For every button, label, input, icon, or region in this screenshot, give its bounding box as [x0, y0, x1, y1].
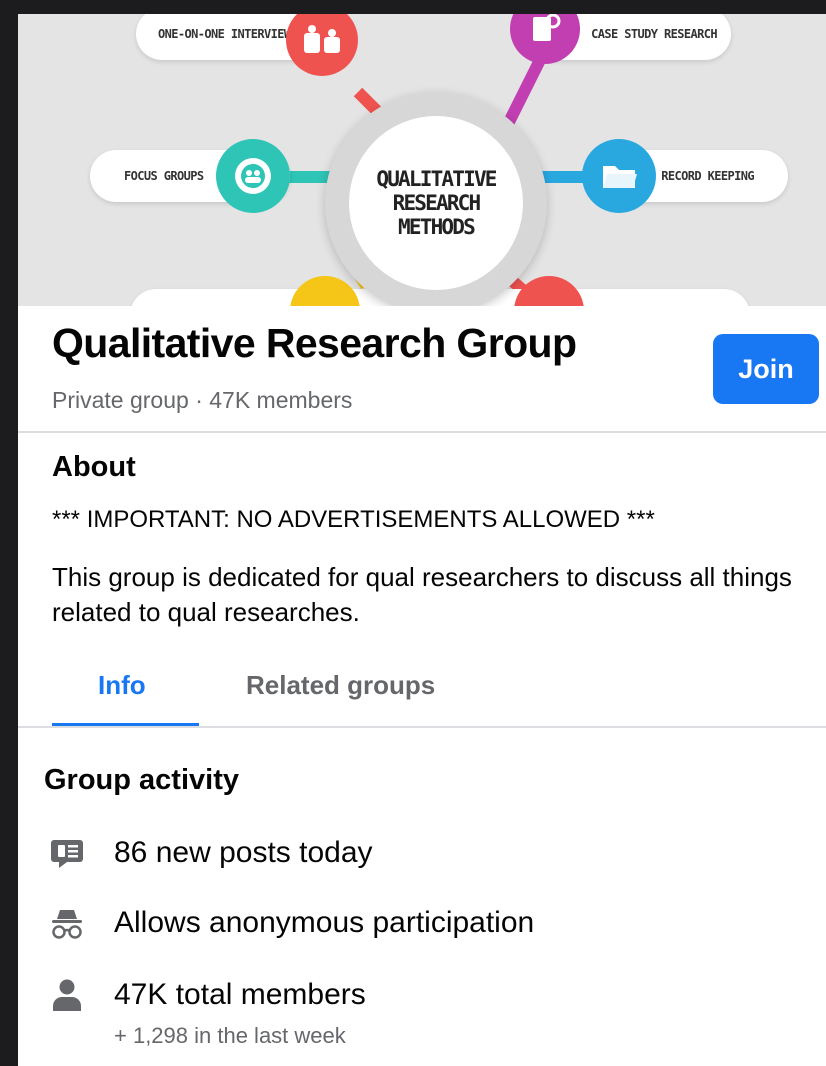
- activity-posts-text: 86 new posts today: [114, 836, 373, 869]
- tab-info[interactable]: Info: [98, 670, 146, 701]
- posts-icon: [51, 840, 83, 868]
- group-page: ONE-ON-ONE INTERVIEW CASE STUDY RESEARCH…: [18, 14, 826, 1066]
- group-activity-heading: Group activity: [44, 764, 239, 796]
- tabs-divider: [18, 726, 826, 728]
- pill-case-study-label: CASE STUDY RESEARCH: [591, 27, 717, 41]
- pill-interview-label: ONE-ON-ONE INTERVIEW: [158, 27, 291, 41]
- header-divider: [18, 431, 826, 433]
- cover-photo[interactable]: ONE-ON-ONE INTERVIEW CASE STUDY RESEARCH…: [18, 14, 826, 306]
- tab-related-groups[interactable]: Related groups: [246, 670, 435, 701]
- about-heading: About: [52, 451, 136, 483]
- record-keeping-icon: [582, 139, 656, 213]
- about-description: This group is dedicated for qual researc…: [52, 562, 792, 627]
- group-meta: Private group · 47K members: [52, 387, 353, 413]
- pill-focus-groups-label: FOCUS GROUPS: [124, 169, 204, 183]
- anonymous-icon: [52, 910, 82, 939]
- hub-line-3: METHODS: [398, 215, 476, 239]
- activity-anonymous-text: Allows anonymous participation: [114, 906, 535, 939]
- activity-members-text: 47K total members: [114, 978, 366, 1011]
- pill-record-keeping-label: RECORD KEEPING: [661, 169, 754, 183]
- hub-label: QUALITATIVE RESEARCH METHODS: [349, 116, 523, 290]
- join-button[interactable]: Join: [713, 334, 819, 404]
- group-name: Qualitative Research Group: [52, 320, 577, 366]
- focus-groups-icon: [216, 139, 290, 213]
- about-notice: *** IMPORTANT: NO ADVERTISEMENTS ALLOWED…: [52, 506, 655, 533]
- hub-line-1: QUALITATIVE: [376, 167, 497, 191]
- member-icon: [53, 979, 81, 1011]
- hub-line-2: RESEARCH: [392, 191, 482, 215]
- activity-members-growth: + 1,298 in the last week: [114, 1023, 346, 1048]
